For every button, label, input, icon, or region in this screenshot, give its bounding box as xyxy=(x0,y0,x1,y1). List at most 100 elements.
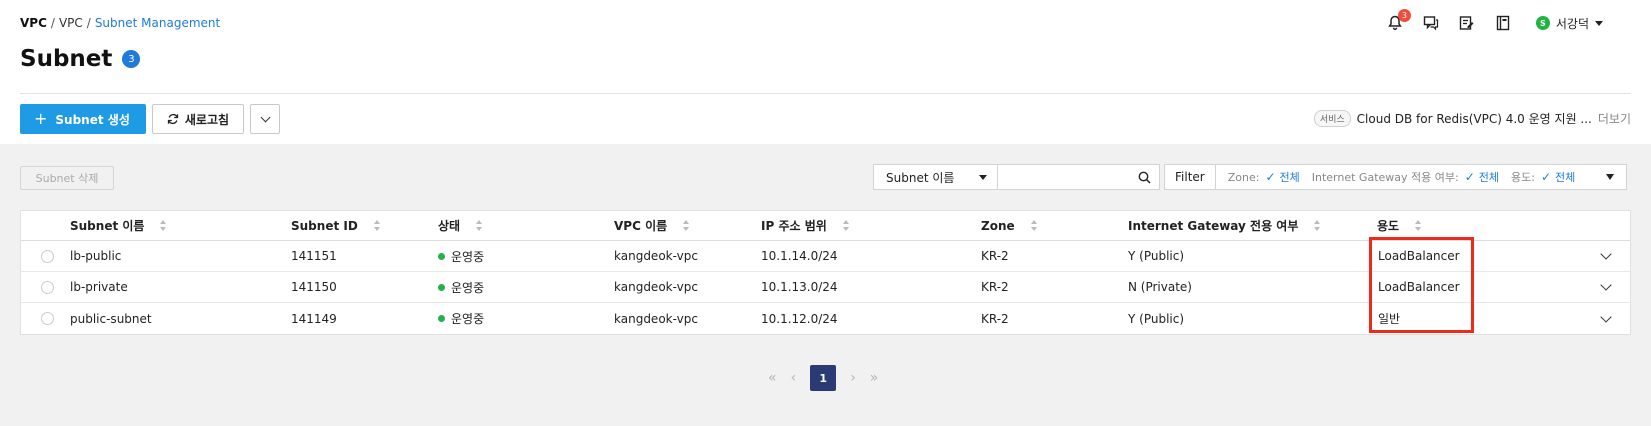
col-zone[interactable]: Zone xyxy=(981,219,1038,233)
col-usage[interactable]: 용도 xyxy=(1377,217,1422,234)
filter-bar: Subnet 이름 Filter Zone: ✓ 전체 Internet Gate… xyxy=(873,164,1627,190)
sort-icon xyxy=(1415,220,1422,231)
col-vpc-name[interactable]: VPC 이름 xyxy=(614,217,690,234)
bell-icon[interactable]: 3 xyxy=(1386,9,1411,32)
cell-vpc-name: kangdeok-vpc xyxy=(614,249,698,263)
edit-document-icon[interactable] xyxy=(1458,14,1476,32)
radio-button[interactable] xyxy=(41,280,54,294)
sort-icon xyxy=(160,220,167,231)
search-field-select[interactable]: Subnet 이름 xyxy=(873,164,998,190)
breadcrumb: VPC / VPC / Subnet Management xyxy=(20,16,220,30)
cell-ip-range: 10.1.12.0/24 xyxy=(761,311,838,326)
zone-filter-value[interactable]: ✓ 전체 xyxy=(1265,169,1299,185)
col-zone-label: Zone xyxy=(981,218,1015,233)
cell-subnet-id: 141151 xyxy=(291,249,337,263)
next-page-icon[interactable]: › xyxy=(850,370,856,386)
service-notice[interactable]: 서비스 Cloud DB for Redis(VPC) 4.0 운영 지원 ..… xyxy=(1313,110,1631,127)
check-icon: ✓ xyxy=(1540,170,1552,184)
cell-usage: LoadBalancer xyxy=(1378,280,1460,294)
igw-filter-value[interactable]: ✓ 전체 xyxy=(1465,169,1499,185)
usage-filter-text: 전체 xyxy=(1555,171,1576,184)
create-subnet-button[interactable]: + Subnet 생성 xyxy=(20,104,146,134)
breadcrumb-vpc-root[interactable]: VPC xyxy=(20,16,47,30)
chevron-down-icon[interactable] xyxy=(1600,279,1612,291)
cell-subnet-name: public-subnet xyxy=(70,311,152,326)
cell-zone: KR-2 xyxy=(981,280,1009,294)
col-ip-range[interactable]: IP 주소 범위 xyxy=(761,217,850,234)
cell-status: 운영중 xyxy=(438,279,484,296)
usage-filter-value[interactable]: ✓ 전체 xyxy=(1541,169,1575,185)
row-radio[interactable] xyxy=(41,249,54,263)
cell-zone: KR-2 xyxy=(981,249,1009,263)
prev-page-icon[interactable]: ‹ xyxy=(791,370,797,386)
row-radio[interactable] xyxy=(41,280,54,294)
cell-usage: LoadBalancer xyxy=(1378,249,1460,263)
cell-subnet-id: 141149 xyxy=(291,311,337,326)
page-number-current[interactable]: 1 xyxy=(810,365,837,391)
chat-icon[interactable] xyxy=(1422,14,1440,32)
chevron-down-icon[interactable] xyxy=(1605,174,1614,180)
col-subnet-id-label: Subnet ID xyxy=(291,218,358,233)
cell-subnet-name: lb-public xyxy=(70,249,122,263)
chevron-down-icon xyxy=(1595,20,1603,26)
table-row[interactable]: lb-private 141150 운영중 kangdeok-vpc 10.1.… xyxy=(21,272,1630,303)
table-header: Subnet 이름 Subnet ID 상태 VPC 이름 IP 주소 범위 Z… xyxy=(21,211,1630,241)
search-input[interactable] xyxy=(998,164,1160,190)
expand-row[interactable] xyxy=(1600,279,1612,291)
chevron-down-icon[interactable] xyxy=(1600,310,1612,323)
search-field-value: Subnet 이름 xyxy=(886,170,955,185)
check-icon: ✓ xyxy=(1464,170,1475,184)
col-status[interactable]: 상태 xyxy=(438,217,483,234)
cell-ip-range: 10.1.14.0/24 xyxy=(761,249,838,263)
col-status-label: 상태 xyxy=(438,219,461,233)
page-title: Subnet xyxy=(20,46,113,72)
col-subnet-name[interactable]: Subnet 이름 xyxy=(70,217,167,234)
breadcrumb-subnet-management[interactable]: Subnet Management xyxy=(95,16,220,30)
zone-filter-label: Zone: xyxy=(1227,170,1260,184)
cell-status: 운영중 xyxy=(438,310,484,327)
breadcrumb-separator: / xyxy=(86,16,91,30)
sort-icon xyxy=(1314,220,1321,231)
col-subnet-id[interactable]: Subnet ID xyxy=(291,219,381,233)
pagination: « ‹ 1 › » xyxy=(768,365,878,391)
chevron-down-icon[interactable] xyxy=(1600,248,1612,260)
expand-row[interactable] xyxy=(1600,248,1612,260)
breadcrumb-vpc[interactable]: VPC xyxy=(59,16,83,30)
status-dot-icon xyxy=(438,315,445,322)
search-icon[interactable] xyxy=(1138,171,1151,184)
filter-chips[interactable]: Zone: ✓ 전체 Internet Gateway 적용 여부: ✓ 전체 용도… xyxy=(1215,164,1627,190)
igw-filter-label: Internet Gateway 적용 여부: xyxy=(1311,171,1459,184)
status-dot-icon xyxy=(438,283,445,291)
toolbar: + Subnet 생성 새로고침 xyxy=(20,104,281,134)
table-row[interactable]: public-subnet 141149 운영중 kangdeok-vpc 10… xyxy=(21,303,1630,334)
last-page-icon[interactable]: » xyxy=(870,370,879,386)
notification-count-badge: 3 xyxy=(1397,9,1411,22)
cell-vpc-name: kangdeok-vpc xyxy=(614,280,698,294)
refresh-button[interactable]: 새로고침 xyxy=(151,104,245,134)
book-icon[interactable] xyxy=(1494,14,1512,32)
first-page-icon[interactable]: « xyxy=(768,370,777,386)
sort-icon xyxy=(683,220,690,231)
radio-button[interactable] xyxy=(41,249,54,263)
expand-row[interactable] xyxy=(1600,310,1612,323)
cell-vpc-name: kangdeok-vpc xyxy=(614,311,698,326)
filter-button[interactable]: Filter xyxy=(1164,164,1216,190)
radio-button[interactable] xyxy=(41,312,54,325)
chevron-down-icon xyxy=(260,112,270,122)
notice-more-link[interactable]: 더보기 xyxy=(1598,110,1631,127)
user-menu[interactable]: S 서강덕 xyxy=(1535,15,1603,32)
avatar: S xyxy=(1535,16,1550,30)
user-name: 서강덕 xyxy=(1555,16,1589,31)
subnet-count-badge: 3 xyxy=(122,50,141,68)
cell-igw: N (Private) xyxy=(1128,280,1192,294)
cell-status: 운영중 xyxy=(438,248,484,265)
page-title-wrap: Subnet 3 xyxy=(20,46,141,72)
row-radio[interactable] xyxy=(41,312,54,325)
col-igw[interactable]: Internet Gateway 전용 여부 xyxy=(1128,217,1321,234)
cell-subnet-id: 141150 xyxy=(291,280,337,294)
notice-text[interactable]: Cloud DB for Redis(VPC) 4.0 운영 지원 ... xyxy=(1357,110,1592,127)
cell-igw: Y (Public) xyxy=(1128,249,1185,263)
more-options-button[interactable] xyxy=(250,104,281,134)
table-row[interactable]: lb-public 141151 운영중 kangdeok-vpc 10.1.1… xyxy=(21,241,1630,272)
delete-subnet-button[interactable]: Subnet 삭제 xyxy=(20,166,114,190)
